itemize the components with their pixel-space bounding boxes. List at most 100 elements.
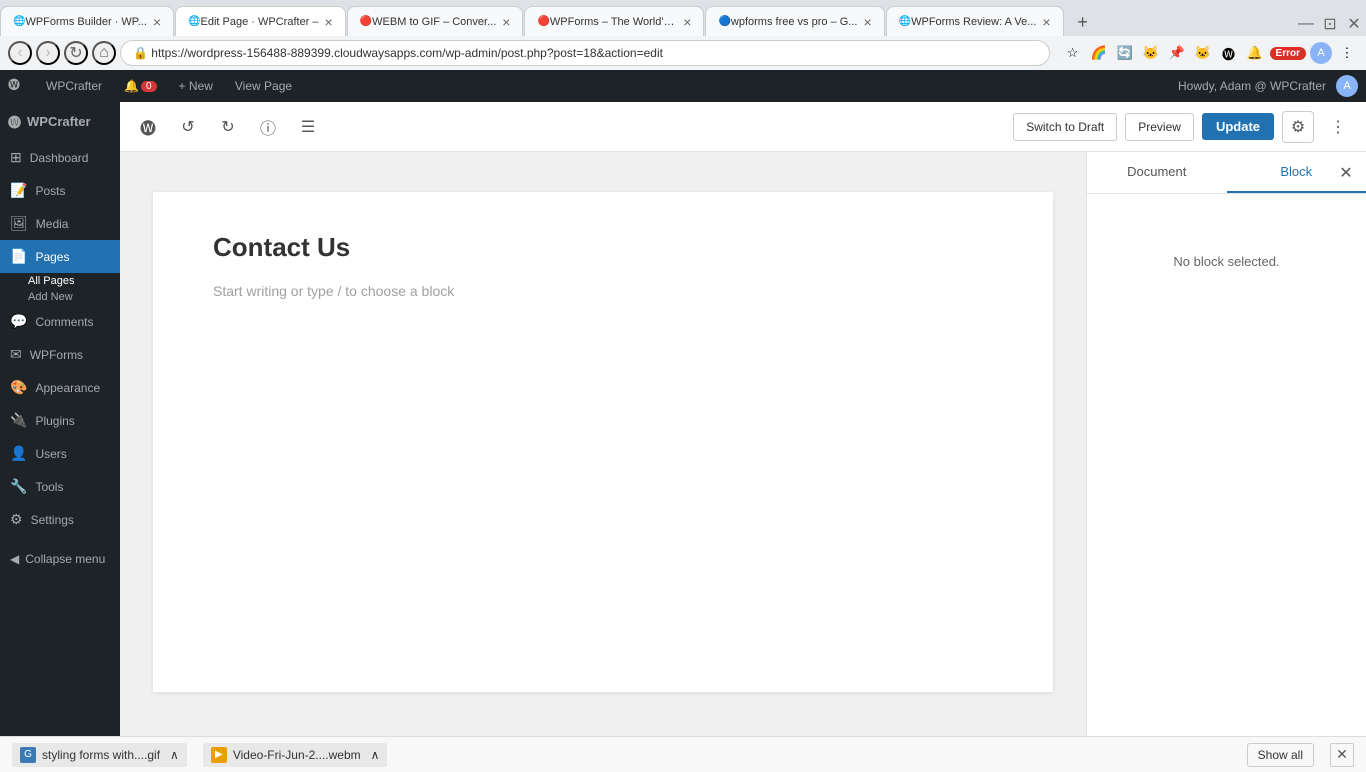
address-text: https://wordpress-156488-889399.cloudway… [151, 46, 663, 60]
sidebar-item-posts[interactable]: 📝 Posts [0, 174, 120, 207]
editor-logo-button[interactable]: 🅦 [132, 111, 164, 143]
minimize-button[interactable]: — [1294, 12, 1318, 36]
tab-close-4[interactable]: × [683, 15, 691, 29]
tab-favicon-6: 🌐 [899, 16, 911, 27]
sidebar-item-tools[interactable]: 🔧 Tools [0, 470, 120, 503]
menu-icon[interactable]: ⋮ [1336, 42, 1358, 64]
extension-icon-2[interactable]: 📌 [1166, 42, 1188, 64]
browser-tab-3[interactable]: 🔴 WEBM to GIF – Conver... × [347, 6, 524, 36]
block-placeholder[interactable]: Start writing or type / to choose a bloc… [213, 283, 993, 299]
sidebar-sub-all-pages[interactable]: All Pages [0, 273, 120, 289]
browser-tab-1[interactable]: 🌐 WPForms Builder · WP... × [0, 6, 174, 36]
tab-close-6[interactable]: × [1042, 15, 1050, 29]
lock-icon: 🔒 [133, 46, 148, 60]
tab-close-3[interactable]: × [502, 15, 510, 29]
sidebar-collapse[interactable]: ◀ Collapse menu [0, 544, 120, 574]
browser-chrome: 🌐 WPForms Builder · WP... × 🌐 Edit Page … [0, 0, 1366, 70]
close-browser-button[interactable]: ✕ [1342, 12, 1366, 36]
no-block-selected: No block selected. [1103, 254, 1350, 269]
page-title[interactable]: Contact Us [213, 232, 993, 263]
back-button[interactable]: ‹ [8, 41, 32, 65]
sidebar-item-pages[interactable]: 📄 Pages [0, 240, 120, 273]
address-input[interactable]: 🔒 https://wordpress-156488-889399.cloudw… [120, 40, 1050, 66]
wp-layout: 🅦 WPCrafter ⊞ Dashboard 📝 Posts 🖼 Media … [0, 102, 1366, 736]
admin-bar-notifications[interactable]: 🔔 0 [114, 70, 167, 102]
preview-button[interactable]: Preview [1125, 113, 1194, 141]
sidebar-label-dashboard: Dashboard [30, 151, 89, 165]
browser-tab-6[interactable]: 🌐 WPForms Review: A Ve... × [886, 6, 1064, 36]
extension-icon-3[interactable]: 🐱 [1192, 42, 1214, 64]
media-icon: 🖼 [10, 215, 28, 232]
star-icon[interactable]: ☆ [1062, 42, 1084, 64]
tab-title-1: WPForms Builder · WP... [25, 16, 146, 28]
extension-icon-4[interactable]: 🅦 [1218, 42, 1240, 64]
browser-address-bar-row: ‹ › ↻ ⌂ 🔒 https://wordpress-156488-88939… [0, 36, 1366, 70]
profile-avatar[interactable]: A [1310, 42, 1332, 64]
switch-draft-button[interactable]: Switch to Draft [1013, 113, 1117, 141]
bottom-file-2[interactable]: ▶ Video-Fri-Jun-2....webm ∧ [203, 743, 388, 767]
redo-button[interactable]: ↻ [212, 111, 244, 143]
maximize-button[interactable]: ⊡ [1318, 12, 1342, 36]
tools-menu-button[interactable]: ☰ [292, 111, 324, 143]
new-tab-button[interactable]: + [1069, 8, 1097, 36]
sidebar-item-appearance[interactable]: 🎨 Appearance [0, 371, 120, 404]
tab-title-2: Edit Page · WPCrafter – [201, 16, 319, 28]
tab-title-3: WEBM to GIF – Conver... [372, 16, 496, 28]
admin-bar-new[interactable]: + New [169, 70, 223, 102]
admin-avatar[interactable]: A [1336, 75, 1358, 97]
browser-tab-4[interactable]: 🔴 WPForms – The World'S... × [524, 6, 704, 36]
close-panel-button[interactable]: ✕ [1334, 161, 1358, 185]
close-downloads-button[interactable]: ✕ [1330, 743, 1354, 767]
pages-icon: 📄 [10, 248, 27, 265]
admin-bar-view-page[interactable]: View Page [225, 70, 302, 102]
sidebar-brand[interactable]: 🅦 WPCrafter [0, 102, 120, 141]
sidebar-item-comments[interactable]: 💬 Comments [0, 305, 120, 338]
tab-close-5[interactable]: × [863, 15, 871, 29]
home-button[interactable]: ⌂ [92, 41, 116, 65]
file-1-name: styling forms with....gif [42, 748, 160, 762]
refresh-icon[interactable]: 🔄 [1114, 42, 1136, 64]
color-icon[interactable]: 🌈 [1088, 42, 1110, 64]
tab-title-5: wpforms free vs pro – G... [731, 16, 858, 28]
notification-count: 0 [141, 81, 157, 92]
sidebar-item-wpforms[interactable]: ✉ WPForms [0, 338, 120, 371]
sidebar-item-settings[interactable]: ⚙ Settings [0, 503, 120, 536]
right-panel-content: No block selected. [1087, 194, 1366, 736]
comments-icon: 💬 [10, 313, 27, 330]
admin-bar-site-name[interactable]: WPCrafter [36, 70, 112, 102]
more-options-button[interactable]: ⋮ [1322, 111, 1354, 143]
reload-button[interactable]: ↻ [64, 41, 88, 65]
plugins-icon: 🔌 [10, 412, 27, 429]
toolbar-left: 🅦 ↺ ↻ ⓘ ☰ [132, 111, 324, 143]
sidebar-item-users[interactable]: 👤 Users [0, 437, 120, 470]
tab-close-2[interactable]: × [325, 15, 333, 29]
notification-icon[interactable]: 🔔 [1244, 42, 1266, 64]
howdy-text: Howdy, Adam @ WPCrafter [1178, 79, 1326, 93]
tab-document[interactable]: Document [1087, 152, 1227, 193]
bottom-file-1[interactable]: G styling forms with....gif ∧ [12, 743, 187, 767]
sidebar-label-media: Media [36, 217, 69, 231]
sidebar-label-tools: Tools [35, 480, 63, 494]
tab-close-1[interactable]: × [153, 15, 161, 29]
extension-icon-1[interactable]: 🐱 [1140, 42, 1162, 64]
sidebar-sub-add-new[interactable]: Add New [0, 289, 120, 305]
error-badge[interactable]: Error [1270, 47, 1306, 60]
browser-tab-5[interactable]: 🔵 wpforms free vs pro – G... × [705, 6, 884, 36]
forward-button[interactable]: › [36, 41, 60, 65]
show-all-button[interactable]: Show all [1247, 743, 1314, 767]
info-button[interactable]: ⓘ [252, 111, 284, 143]
sidebar-label-wpforms: WPForms [30, 348, 83, 362]
settings-toggle-button[interactable]: ⚙ [1282, 111, 1314, 143]
file-2-name: Video-Fri-Jun-2....webm [233, 748, 361, 762]
users-icon: 👤 [10, 445, 27, 462]
sidebar-item-media[interactable]: 🖼 Media [0, 207, 120, 240]
sidebar-item-dashboard[interactable]: ⊞ Dashboard [0, 141, 120, 174]
bell-icon: 🔔 [124, 79, 139, 93]
undo-button[interactable]: ↺ [172, 111, 204, 143]
sidebar-item-plugins[interactable]: 🔌 Plugins [0, 404, 120, 437]
tab-favicon-3: 🔴 [360, 16, 372, 27]
browser-tab-2[interactable]: 🌐 Edit Page · WPCrafter – × [175, 6, 346, 36]
right-panel-tabs: Document Block ✕ [1087, 152, 1366, 194]
update-button[interactable]: Update [1202, 113, 1274, 140]
file-2-chevron: ∧ [371, 748, 380, 762]
